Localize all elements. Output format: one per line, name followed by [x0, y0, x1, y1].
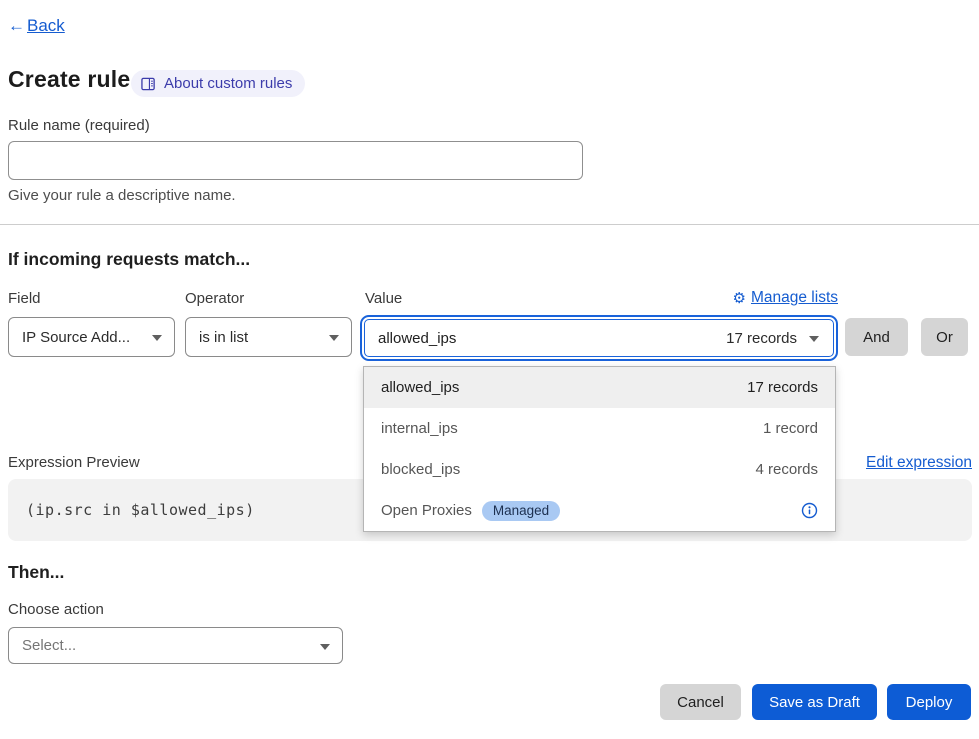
choose-action-label: Choose action	[8, 601, 104, 618]
value-combobox-records: 17 records	[726, 330, 797, 347]
back-arrow-icon: ←	[8, 16, 25, 36]
list-item-records: 4 records	[755, 461, 818, 478]
section-divider	[0, 224, 979, 225]
chevron-down-icon	[809, 336, 819, 342]
then-section-heading: Then...	[8, 562, 64, 583]
operator-select-value: is in list	[199, 329, 248, 346]
chevron-down-icon	[320, 644, 330, 650]
list-item-blocked-ips[interactable]: blocked_ips 4 records	[364, 449, 835, 490]
gear-icon: ⚙	[733, 291, 746, 306]
info-icon[interactable]	[801, 502, 818, 519]
expression-preview-label: Expression Preview	[8, 454, 140, 471]
manage-lists-label: Manage lists	[751, 289, 838, 307]
list-item-name: Open Proxies	[381, 502, 472, 519]
match-section-heading: If incoming requests match...	[8, 249, 250, 270]
action-select-placeholder: Select...	[22, 637, 76, 654]
field-label: Field	[8, 290, 41, 307]
edit-expression-label: Edit expression	[866, 454, 972, 471]
rule-name-input[interactable]	[8, 141, 583, 180]
expression-code: (ip.src in $allowed_ips)	[26, 501, 255, 519]
list-item-open-proxies[interactable]: Open Proxies Managed	[364, 490, 835, 531]
back-link[interactable]: ←Back	[8, 16, 65, 36]
field-select-value: IP Source Add...	[22, 329, 130, 346]
value-dropdown-panel: allowed_ips 17 records internal_ips 1 re…	[363, 366, 836, 532]
and-button[interactable]: And	[845, 318, 908, 356]
page-title: Create rule	[8, 66, 130, 93]
cancel-button[interactable]: Cancel	[660, 684, 741, 720]
value-combobox-selected: allowed_ips	[378, 330, 456, 347]
create-rule-page: ←Back Create rule About custom rules Rul…	[0, 0, 979, 739]
about-custom-rules-link[interactable]: About custom rules	[131, 70, 305, 97]
operator-label: Operator	[185, 290, 244, 307]
or-button[interactable]: Or	[921, 318, 968, 356]
list-item-records: 17 records	[747, 379, 818, 396]
managed-badge: Managed	[482, 501, 560, 521]
chevron-down-icon	[329, 335, 339, 341]
about-badge-label: About custom rules	[164, 75, 292, 92]
back-label: Back	[27, 16, 65, 36]
list-item-name: blocked_ips	[381, 461, 460, 478]
list-item-name: internal_ips	[381, 420, 458, 437]
edit-expression-link[interactable]: Edit expression	[866, 454, 972, 472]
action-select[interactable]: Select...	[8, 627, 343, 664]
list-item-internal-ips[interactable]: internal_ips 1 record	[364, 408, 835, 449]
rule-name-label: Rule name (required)	[8, 117, 150, 134]
field-select[interactable]: IP Source Add...	[8, 317, 175, 357]
list-item-allowed-ips[interactable]: allowed_ips 17 records	[364, 367, 835, 408]
manage-lists-link[interactable]: ⚙ Manage lists	[733, 289, 838, 307]
list-item-records: 1 record	[763, 420, 818, 437]
book-icon	[141, 77, 156, 91]
rule-name-helper: Give your rule a descriptive name.	[8, 187, 236, 204]
value-combobox[interactable]: allowed_ips 17 records	[364, 319, 834, 357]
chevron-down-icon	[152, 335, 162, 341]
save-as-draft-button[interactable]: Save as Draft	[752, 684, 877, 720]
operator-select[interactable]: is in list	[185, 317, 352, 357]
list-item-name: allowed_ips	[381, 379, 459, 396]
deploy-button[interactable]: Deploy	[887, 684, 971, 720]
value-label: Value	[365, 290, 402, 307]
